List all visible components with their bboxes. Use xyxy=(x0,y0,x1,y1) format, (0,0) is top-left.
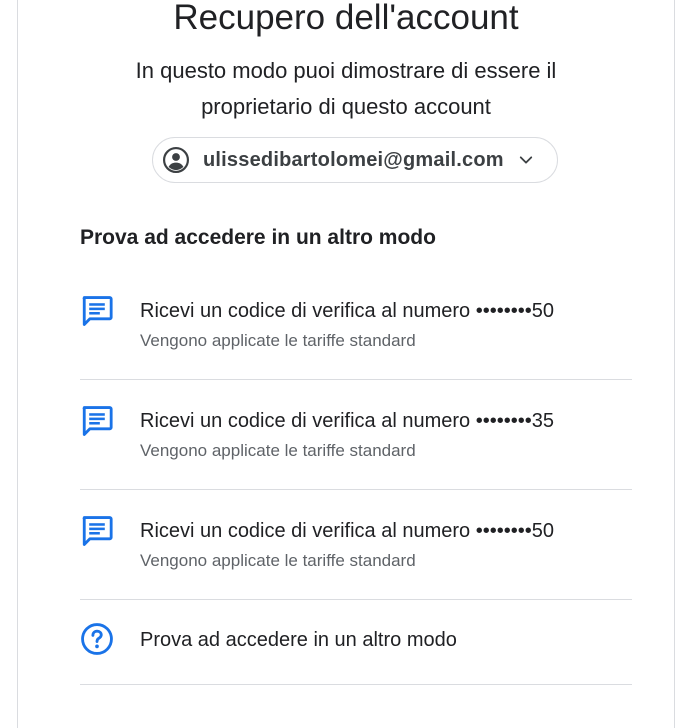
account-circle-icon xyxy=(163,147,189,173)
option-title: Ricevi un codice di verifica al numero •… xyxy=(140,520,554,542)
option-sms-code-35[interactable]: Ricevi un codice di verifica al numero •… xyxy=(80,380,632,490)
option-subtitle: Vengono applicate le tariffe standard xyxy=(140,331,416,350)
message-icon xyxy=(80,294,116,330)
message-icon xyxy=(80,404,116,440)
account-recovery-card: Recupero dell'account In questo modo puo… xyxy=(17,0,675,728)
help-circle-icon xyxy=(80,622,116,658)
option-title: Prova ad accedere in un altro modo xyxy=(140,629,457,651)
option-subtitle: Vengono applicate le tariffe standard xyxy=(140,441,416,460)
option-title: Ricevi un codice di verifica al numero •… xyxy=(140,300,554,322)
option-sms-code-50-first[interactable]: Ricevi un codice di verifica al numero •… xyxy=(80,270,632,380)
option-sms-code-50-second[interactable]: Ricevi un codice di verifica al numero •… xyxy=(80,490,632,600)
account-email: ulissedibartolomei@gmail.com xyxy=(203,148,504,171)
chevron-down-icon[interactable] xyxy=(516,150,536,170)
recovery-options-list: Ricevi un codice di verifica al numero •… xyxy=(80,270,632,685)
page-subtitle: In questo modo puoi dimostrare di essere… xyxy=(135,58,557,119)
section-heading: Prova ad accedere in un altro modo xyxy=(80,226,436,249)
option-title: Ricevi un codice di verifica al numero •… xyxy=(140,410,554,432)
option-try-another-way[interactable]: Prova ad accedere in un altro modo xyxy=(80,600,632,685)
message-icon xyxy=(80,514,116,550)
page-title: Recupero dell'account xyxy=(173,0,519,37)
account-chip[interactable]: ulissedibartolomei@gmail.com xyxy=(152,137,558,183)
option-subtitle: Vengono applicate le tariffe standard xyxy=(140,551,416,570)
